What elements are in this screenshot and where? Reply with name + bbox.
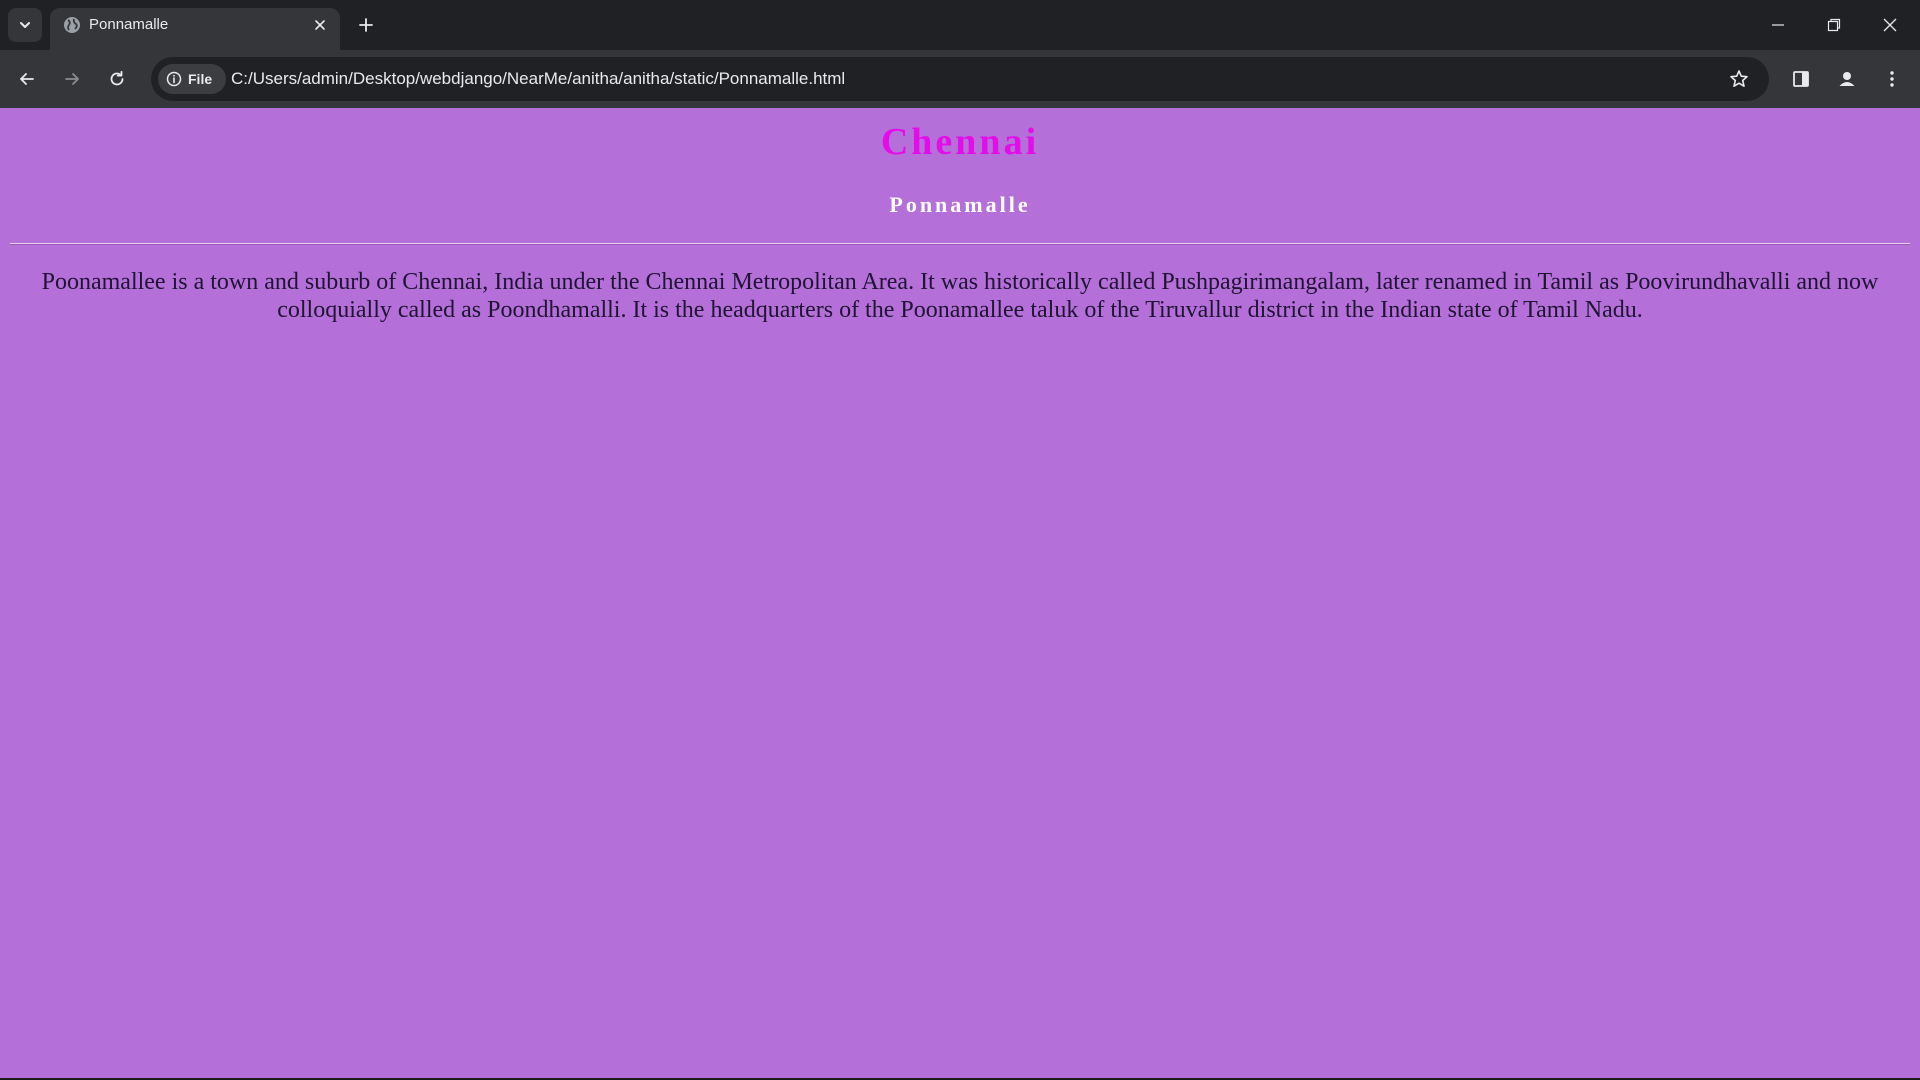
horizontal-rule <box>10 243 1910 245</box>
site-info-chip[interactable]: File <box>158 64 226 94</box>
profile-icon <box>1837 69 1857 89</box>
back-button[interactable] <box>11 63 43 95</box>
reload-button[interactable] <box>101 63 133 95</box>
restore-button[interactable] <box>1806 0 1862 50</box>
side-panel-button[interactable] <box>1785 63 1817 95</box>
menu-button[interactable] <box>1876 63 1908 95</box>
address-bar[interactable]: File C:/Users/admin/Desktop/webdjango/Ne… <box>151 57 1769 101</box>
browser-toolbar: File C:/Users/admin/Desktop/webdjango/Ne… <box>0 50 1920 108</box>
page-heading: Chennai <box>880 121 1040 163</box>
profile-button[interactable] <box>1831 63 1863 95</box>
chevron-down-icon <box>20 22 30 28</box>
page-subheading: Ponnamalle <box>889 192 1031 217</box>
minimize-button[interactable] <box>1750 0 1806 50</box>
tab-search-button[interactable] <box>8 8 42 42</box>
side-panel-icon <box>1793 71 1809 87</box>
close-icon <box>1883 18 1897 32</box>
forward-button[interactable] <box>56 63 88 95</box>
arrow-left-icon <box>20 73 34 85</box>
tab-close-button[interactable] <box>309 14 331 36</box>
info-icon <box>166 71 182 87</box>
description-paragraph: Poonamallee is a town and suburb of Chen… <box>41 269 1879 323</box>
reload-icon <box>110 70 124 86</box>
window-close-button[interactable] <box>1862 0 1918 50</box>
minimize-icon <box>1772 24 1784 26</box>
new-tab-button[interactable] <box>352 11 380 39</box>
url-text[interactable]: C:/Users/admin/Desktop/webdjango/NearMe/… <box>231 69 845 89</box>
arrow-right-icon <box>65 73 79 85</box>
bookmark-button[interactable] <box>1723 63 1755 95</box>
star-icon <box>1730 70 1748 87</box>
site-chip-label: File <box>188 71 213 87</box>
browser-tab[interactable]: Ponnamalle <box>50 8 340 50</box>
plus-icon <box>359 18 373 32</box>
tab-title: Ponnamalle <box>89 16 169 33</box>
close-icon <box>315 20 325 30</box>
page-content: Chennai Ponnamalle Poonamallee is a town… <box>0 108 1920 1078</box>
kebab-menu-icon <box>1890 71 1894 87</box>
tab-strip: Ponnamalle <box>0 0 1920 50</box>
restore-icon <box>1827 18 1841 32</box>
globe-icon <box>63 16 81 34</box>
